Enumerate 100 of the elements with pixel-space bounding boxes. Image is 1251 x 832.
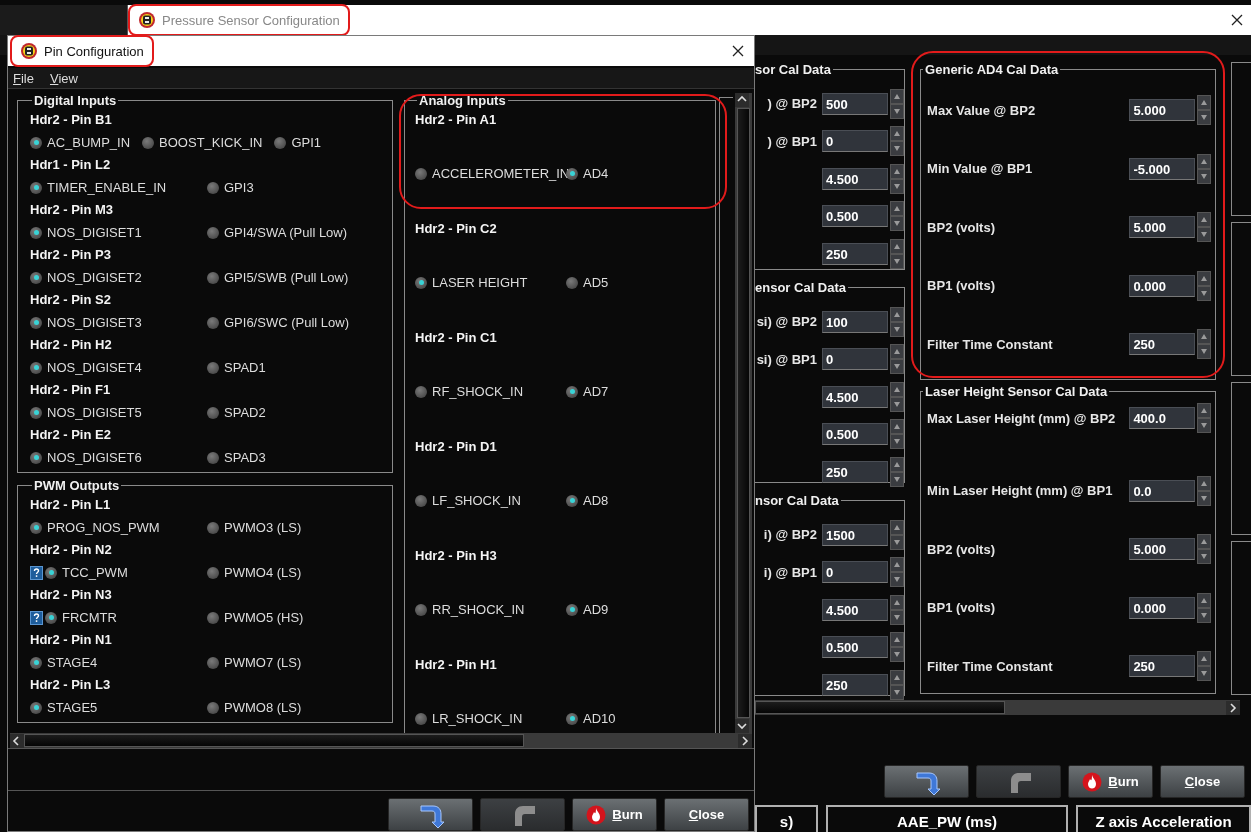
spinner-buttons[interactable]	[890, 201, 904, 232]
spinner-buttons[interactable]	[1197, 651, 1212, 682]
radio-button[interactable]	[566, 167, 578, 180]
radio-button[interactable]	[207, 656, 219, 669]
spinner-buttons[interactable]	[890, 88, 904, 119]
number-field[interactable]: 250	[1129, 655, 1196, 678]
spinner-buttons[interactable]	[1197, 403, 1212, 433]
radio-button[interactable]	[30, 271, 42, 284]
radio-button[interactable]	[415, 603, 427, 616]
radio-button[interactable]	[415, 712, 427, 725]
radio-button[interactable]	[45, 611, 57, 624]
close-icon[interactable]	[1231, 14, 1243, 26]
radio-button[interactable]	[207, 701, 219, 714]
spinner-buttons[interactable]	[1197, 212, 1212, 243]
number-field[interactable]: 400.0	[1129, 407, 1196, 429]
radio-button[interactable]	[566, 385, 578, 398]
radio-button[interactable]	[207, 316, 219, 329]
horizontal-scrollbar[interactable]	[10, 733, 752, 748]
radio-button[interactable]	[207, 271, 219, 284]
spinner-buttons[interactable]	[890, 594, 904, 625]
spinner-buttons[interactable]	[890, 632, 904, 663]
spinner-buttons[interactable]	[890, 306, 904, 337]
close-icon[interactable]	[732, 45, 744, 57]
number-field[interactable]: 100	[822, 310, 888, 333]
number-field[interactable]: 0	[822, 130, 888, 153]
radio-button[interactable]	[45, 566, 57, 579]
help-icon[interactable]	[30, 565, 43, 580]
radio-button[interactable]	[30, 316, 42, 329]
radio-button[interactable]	[415, 494, 427, 507]
number-field[interactable]: 250	[1129, 333, 1196, 356]
number-field[interactable]: 0.500	[822, 205, 888, 228]
radio-button[interactable]	[30, 406, 42, 419]
number-field[interactable]: 5.000	[1129, 216, 1196, 239]
number-field[interactable]: 5.000	[1129, 99, 1196, 122]
spinner-buttons[interactable]	[1197, 329, 1212, 360]
close-button[interactable]: Close	[1160, 765, 1245, 798]
number-field[interactable]: 5.000	[1129, 538, 1196, 561]
radio-button[interactable]	[566, 276, 578, 289]
spinner-buttons[interactable]	[1197, 270, 1212, 301]
menu-item[interactable]: View	[49, 70, 78, 86]
spinner-buttons[interactable]	[890, 344, 904, 375]
number-field[interactable]: 500	[822, 92, 888, 115]
radio-button[interactable]	[415, 167, 427, 180]
undo-button[interactable]	[388, 798, 473, 831]
radio-button[interactable]	[30, 136, 42, 149]
spinner-buttons[interactable]	[890, 557, 904, 588]
radio-button[interactable]	[207, 611, 219, 624]
undo-button[interactable]	[884, 765, 969, 798]
spinner-buttons[interactable]	[1197, 153, 1212, 184]
radio-button[interactable]	[566, 494, 578, 507]
spinner-buttons[interactable]	[890, 456, 904, 487]
spinner-buttons[interactable]	[890, 519, 904, 550]
radio-button[interactable]	[566, 603, 578, 616]
radio-button[interactable]	[30, 656, 42, 669]
radio-button[interactable]	[30, 181, 42, 194]
radio-button[interactable]	[30, 451, 42, 464]
spinner-buttons[interactable]	[1197, 592, 1212, 623]
radio-button[interactable]	[207, 361, 219, 374]
spinner-buttons[interactable]	[890, 419, 904, 450]
radio-button[interactable]	[207, 181, 219, 194]
number-field[interactable]: 1500	[822, 523, 888, 546]
spinner-buttons[interactable]	[1197, 534, 1212, 565]
radio-button[interactable]	[207, 226, 219, 239]
radio-button[interactable]	[207, 406, 219, 419]
horizontal-scrollbar[interactable]	[755, 700, 1240, 715]
number-field[interactable]: -5.000	[1129, 157, 1196, 180]
spinner-buttons[interactable]	[1197, 475, 1212, 506]
spinner-buttons[interactable]	[1197, 95, 1212, 126]
close-button[interactable]: Close	[664, 798, 749, 831]
menu-item[interactable]: File	[13, 70, 34, 86]
radio-button[interactable]	[566, 712, 578, 725]
radio-button[interactable]	[30, 701, 42, 714]
radio-button[interactable]	[30, 226, 42, 239]
number-field[interactable]: 0.000	[1129, 596, 1196, 619]
number-field[interactable]: 0	[822, 348, 888, 371]
vertical-scrollbar[interactable]	[735, 93, 752, 733]
number-field[interactable]: 4.500	[822, 598, 888, 621]
help-icon[interactable]	[30, 610, 43, 625]
radio-button[interactable]	[142, 136, 155, 149]
radio-button[interactable]	[415, 276, 427, 289]
radio-button[interactable]	[415, 385, 427, 398]
spinner-buttons[interactable]	[890, 238, 904, 269]
spinner-buttons[interactable]	[890, 669, 904, 700]
radio-button[interactable]	[274, 136, 287, 149]
radio-button[interactable]	[30, 521, 42, 534]
burn-button[interactable]: Burn	[1068, 765, 1153, 798]
number-field[interactable]: 250	[822, 673, 888, 696]
spinner-buttons[interactable]	[890, 126, 904, 157]
number-field[interactable]: 250	[822, 242, 888, 265]
number-field[interactable]: 4.500	[822, 385, 888, 408]
spinner-buttons[interactable]	[890, 163, 904, 194]
number-field[interactable]: 0.500	[822, 423, 888, 446]
number-field[interactable]: 250	[822, 460, 888, 483]
radio-button[interactable]	[207, 451, 219, 464]
number-field[interactable]: 0.500	[822, 636, 888, 659]
number-field[interactable]: 0	[822, 561, 888, 584]
burn-button[interactable]: Burn	[572, 798, 657, 831]
number-field[interactable]: 0.000	[1129, 274, 1196, 297]
radio-button[interactable]	[207, 521, 219, 534]
radio-button[interactable]	[207, 566, 219, 579]
